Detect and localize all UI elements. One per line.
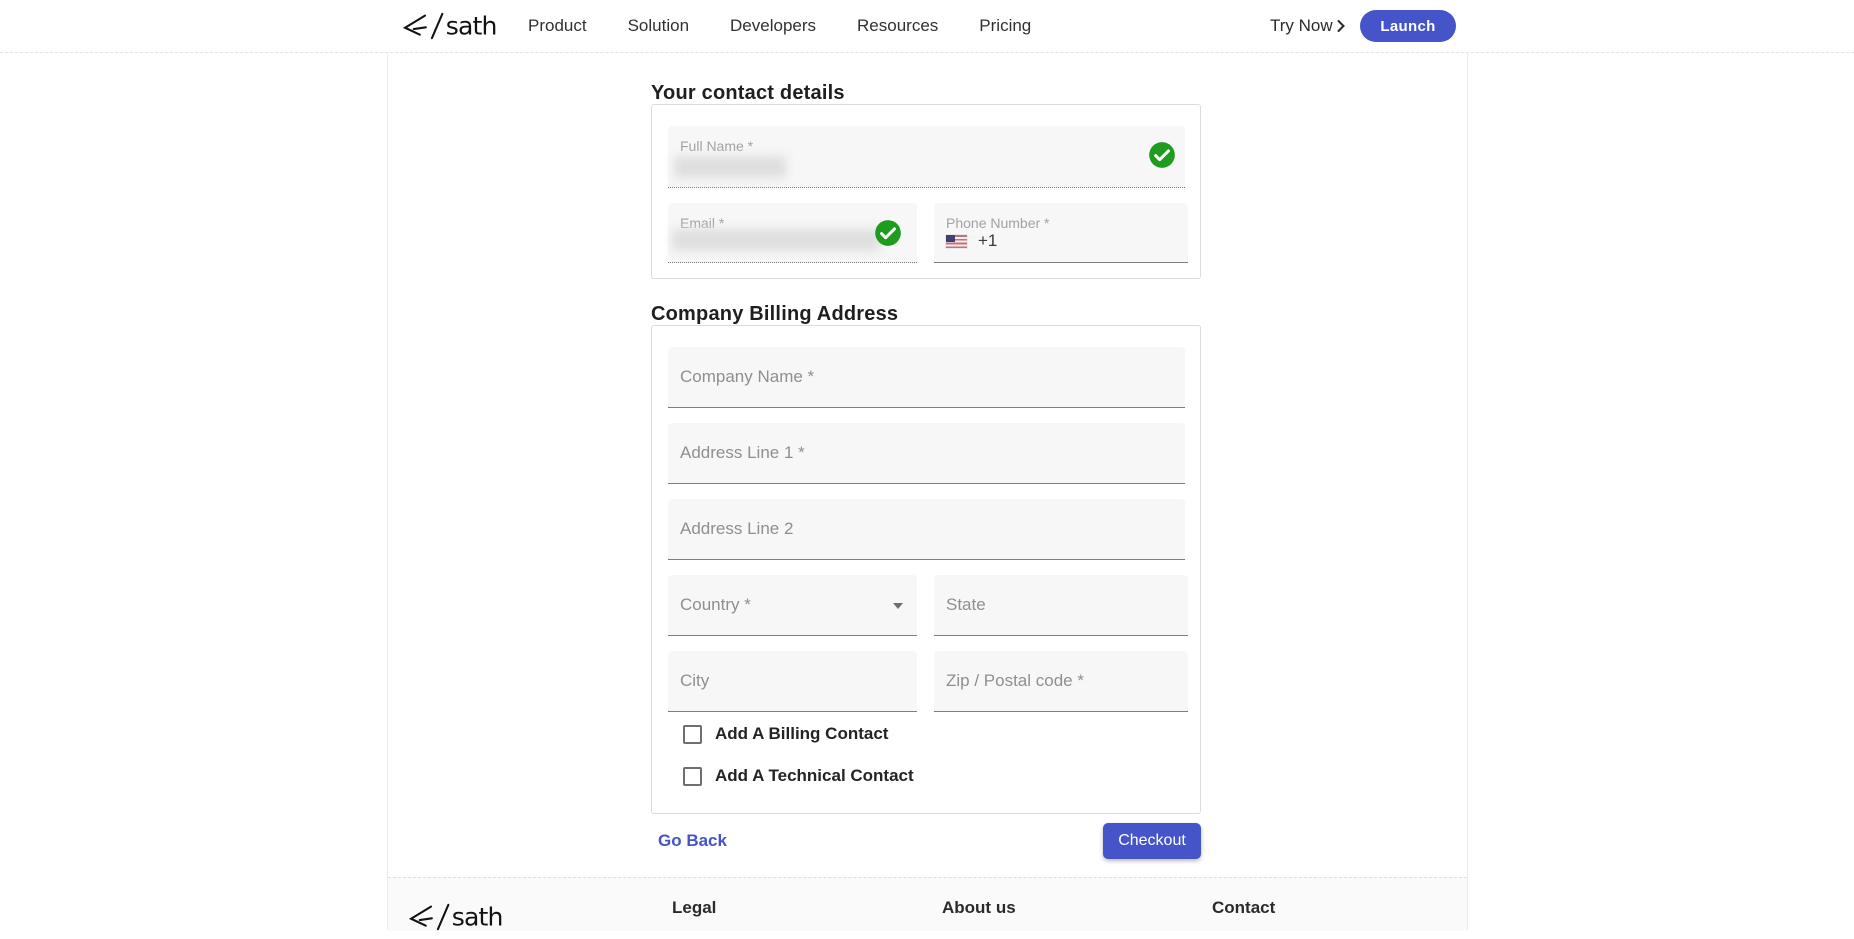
nav-item-product[interactable]: Product <box>528 16 587 36</box>
billing-address-card: Country * Add A Billing Contact Add A Te… <box>651 325 1201 814</box>
footer-logo-icon: sath <box>405 900 509 934</box>
add-billing-contact-checkbox[interactable] <box>683 725 702 744</box>
email-valid-check-icon <box>874 219 902 247</box>
content-left-border <box>387 0 388 930</box>
chevron-down-icon <box>893 603 903 609</box>
add-technical-contact-checkbox[interactable] <box>683 767 702 786</box>
full-name-label: Full Name * <box>680 138 753 154</box>
nav-item-solution[interactable]: Solution <box>628 16 689 36</box>
footer-sath-logo[interactable]: sath <box>405 900 509 939</box>
full-name-field[interactable]: Full Name * <box>668 126 1185 188</box>
dial-code: +1 <box>978 231 997 251</box>
email-field[interactable]: Email * <box>668 203 917 263</box>
add-billing-contact-row[interactable]: Add A Billing Contact <box>683 724 888 744</box>
add-technical-contact-row[interactable]: Add A Technical Contact <box>683 766 914 786</box>
full-name-redacted-value <box>674 156 786 178</box>
address-line1-input[interactable] <box>668 423 1185 483</box>
contact-details-card: Full Name * Email * Phone Number * +1 <box>651 104 1201 279</box>
phone-number-label: Phone Number * <box>946 215 1050 231</box>
content-right-border <box>1467 0 1468 930</box>
sath-logo-icon: sath <box>399 9 503 43</box>
address-line2-field <box>668 499 1185 560</box>
state-field <box>934 575 1188 636</box>
top-navbar: sath Product Solution Developers Resourc… <box>0 0 1854 53</box>
city-field <box>668 651 917 712</box>
full-name-valid-check-icon <box>1148 141 1176 169</box>
phone-number-field[interactable]: Phone Number * +1 <box>934 203 1188 263</box>
add-billing-contact-label: Add A Billing Contact <box>715 724 888 744</box>
state-input[interactable] <box>934 575 1188 635</box>
billing-address-heading: Company Billing Address <box>651 303 898 326</box>
chevron-right-icon <box>1336 19 1346 33</box>
logo-wordmark: sath <box>446 12 497 41</box>
footer-col-about: About us <box>942 898 1016 918</box>
try-now-label: Try Now <box>1270 16 1333 36</box>
city-input[interactable] <box>668 651 917 711</box>
country-select-value: Country * <box>668 575 917 635</box>
footer-col-legal: Legal <box>672 898 716 918</box>
company-name-field <box>668 347 1185 408</box>
try-now-link[interactable]: Try Now <box>1270 0 1346 52</box>
zip-field <box>934 651 1188 712</box>
launch-button[interactable]: Launch <box>1360 10 1456 42</box>
checkout-button[interactable]: Checkout <box>1103 823 1201 859</box>
nav-item-pricing[interactable]: Pricing <box>979 16 1031 36</box>
address-line1-field <box>668 423 1185 484</box>
nav-item-resources[interactable]: Resources <box>857 16 938 36</box>
country-select[interactable]: Country * <box>668 575 917 636</box>
company-name-input[interactable] <box>668 347 1185 407</box>
nav-item-developers[interactable]: Developers <box>730 16 816 36</box>
footer: sath Legal About us Contact <box>388 877 1467 931</box>
contact-details-heading: Your contact details <box>651 82 845 105</box>
main-nav: Product Solution Developers Resources Pr… <box>528 0 1031 52</box>
footer-col-contact: Contact <box>1212 898 1275 918</box>
sath-logo[interactable]: sath <box>399 9 503 48</box>
zip-input[interactable] <box>934 651 1188 711</box>
add-technical-contact-label: Add A Technical Contact <box>715 766 914 786</box>
go-back-link[interactable]: Go Back <box>658 831 727 851</box>
email-redacted-value <box>672 229 880 251</box>
footer-logo-wordmark: sath <box>452 903 503 932</box>
us-flag-icon[interactable] <box>946 235 967 248</box>
address-line2-input[interactable] <box>668 499 1185 559</box>
